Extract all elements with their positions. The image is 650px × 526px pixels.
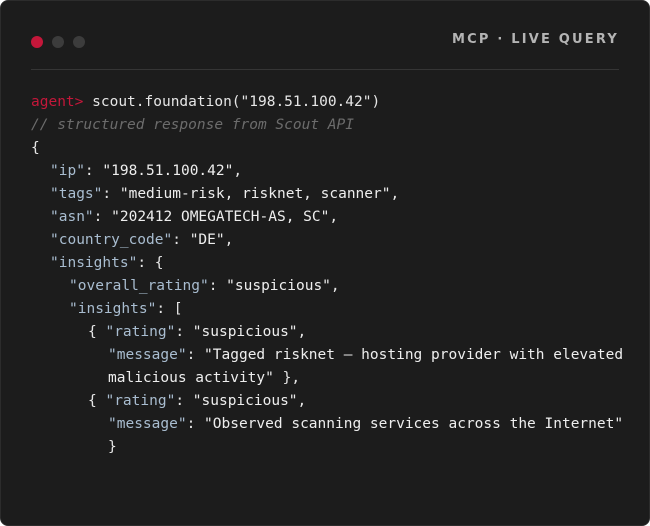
json-value: "Observed scanning services across the I… <box>204 416 624 432</box>
close-brace: } <box>108 439 117 455</box>
json-line-insights: "insights": { <box>50 255 164 271</box>
maximize-window-dot[interactable] <box>73 36 85 48</box>
json-line-item2-message: "message": "Observed scanning services a… <box>108 416 624 432</box>
prompt-label: agent> <box>31 94 84 110</box>
code-comment: // structured response from Scout API <box>31 117 355 133</box>
json-line-item1-rating: { "rating": "suspicious", <box>88 324 307 340</box>
json-value: malicious activity" <box>108 370 274 386</box>
json-line-country: "country_code": "DE", <box>50 232 234 248</box>
terminal-output: agent> scout.foundation("198.51.100.42")… <box>31 91 629 459</box>
json-value: "202412 OMEGATECH-AS, SC" <box>111 209 330 225</box>
json-value: "medium-risk, risknet, scanner" <box>119 186 391 202</box>
json-key: "insights" <box>50 255 138 271</box>
json-key: "rating" <box>105 324 176 340</box>
json-value: "Tagged risknet — hosting provider with … <box>204 347 624 363</box>
json-key: "tags" <box>50 186 103 202</box>
window-titlebar: MCP · LIVE QUERY <box>31 1 619 70</box>
command-line: agent> scout.foundation("198.51.100.42") <box>31 91 629 114</box>
minimize-window-dot[interactable] <box>52 36 64 48</box>
json-key: "country_code" <box>50 232 173 248</box>
open-brace: { <box>31 140 40 156</box>
json-key: "message" <box>108 416 187 432</box>
json-key: "overall_rating" <box>69 278 209 294</box>
json-key: "insights" <box>69 301 157 317</box>
json-line-insights-list: "insights": [ <box>69 301 183 317</box>
json-value: "suspicious" <box>192 393 298 409</box>
terminal-window: MCP · LIVE QUERY agent> scout.foundation… <box>0 0 650 526</box>
close-window-dot[interactable] <box>31 36 43 48</box>
json-key: "asn" <box>50 209 94 225</box>
json-value: "198.51.100.42" <box>102 163 234 179</box>
command-text: scout.foundation("198.51.100.42") <box>92 94 381 110</box>
json-value: "suspicious" <box>226 278 331 294</box>
json-line-item1-message-cont: malicious activity" }, <box>108 370 301 386</box>
json-value: "DE" <box>189 232 225 248</box>
json-line-ip: "ip": "198.51.100.42", <box>50 163 243 179</box>
json-line-asn: "asn": "202412 OMEGATECH-AS, SC", <box>50 209 339 225</box>
json-line-item2-rating: { "rating": "suspicious", <box>88 393 307 409</box>
json-line-item1-message: "message": "Tagged risknet — hosting pro… <box>108 347 624 363</box>
json-value: "suspicious" <box>192 324 298 340</box>
window-title: MCP · LIVE QUERY <box>452 32 619 47</box>
json-key: "ip" <box>50 163 85 179</box>
json-key: "message" <box>108 347 187 363</box>
json-line-tags: "tags": "medium-risk, risknet, scanner", <box>50 186 400 202</box>
json-line-overall-rating: "overall_rating": "suspicious", <box>69 278 340 294</box>
json-key: "rating" <box>105 393 176 409</box>
